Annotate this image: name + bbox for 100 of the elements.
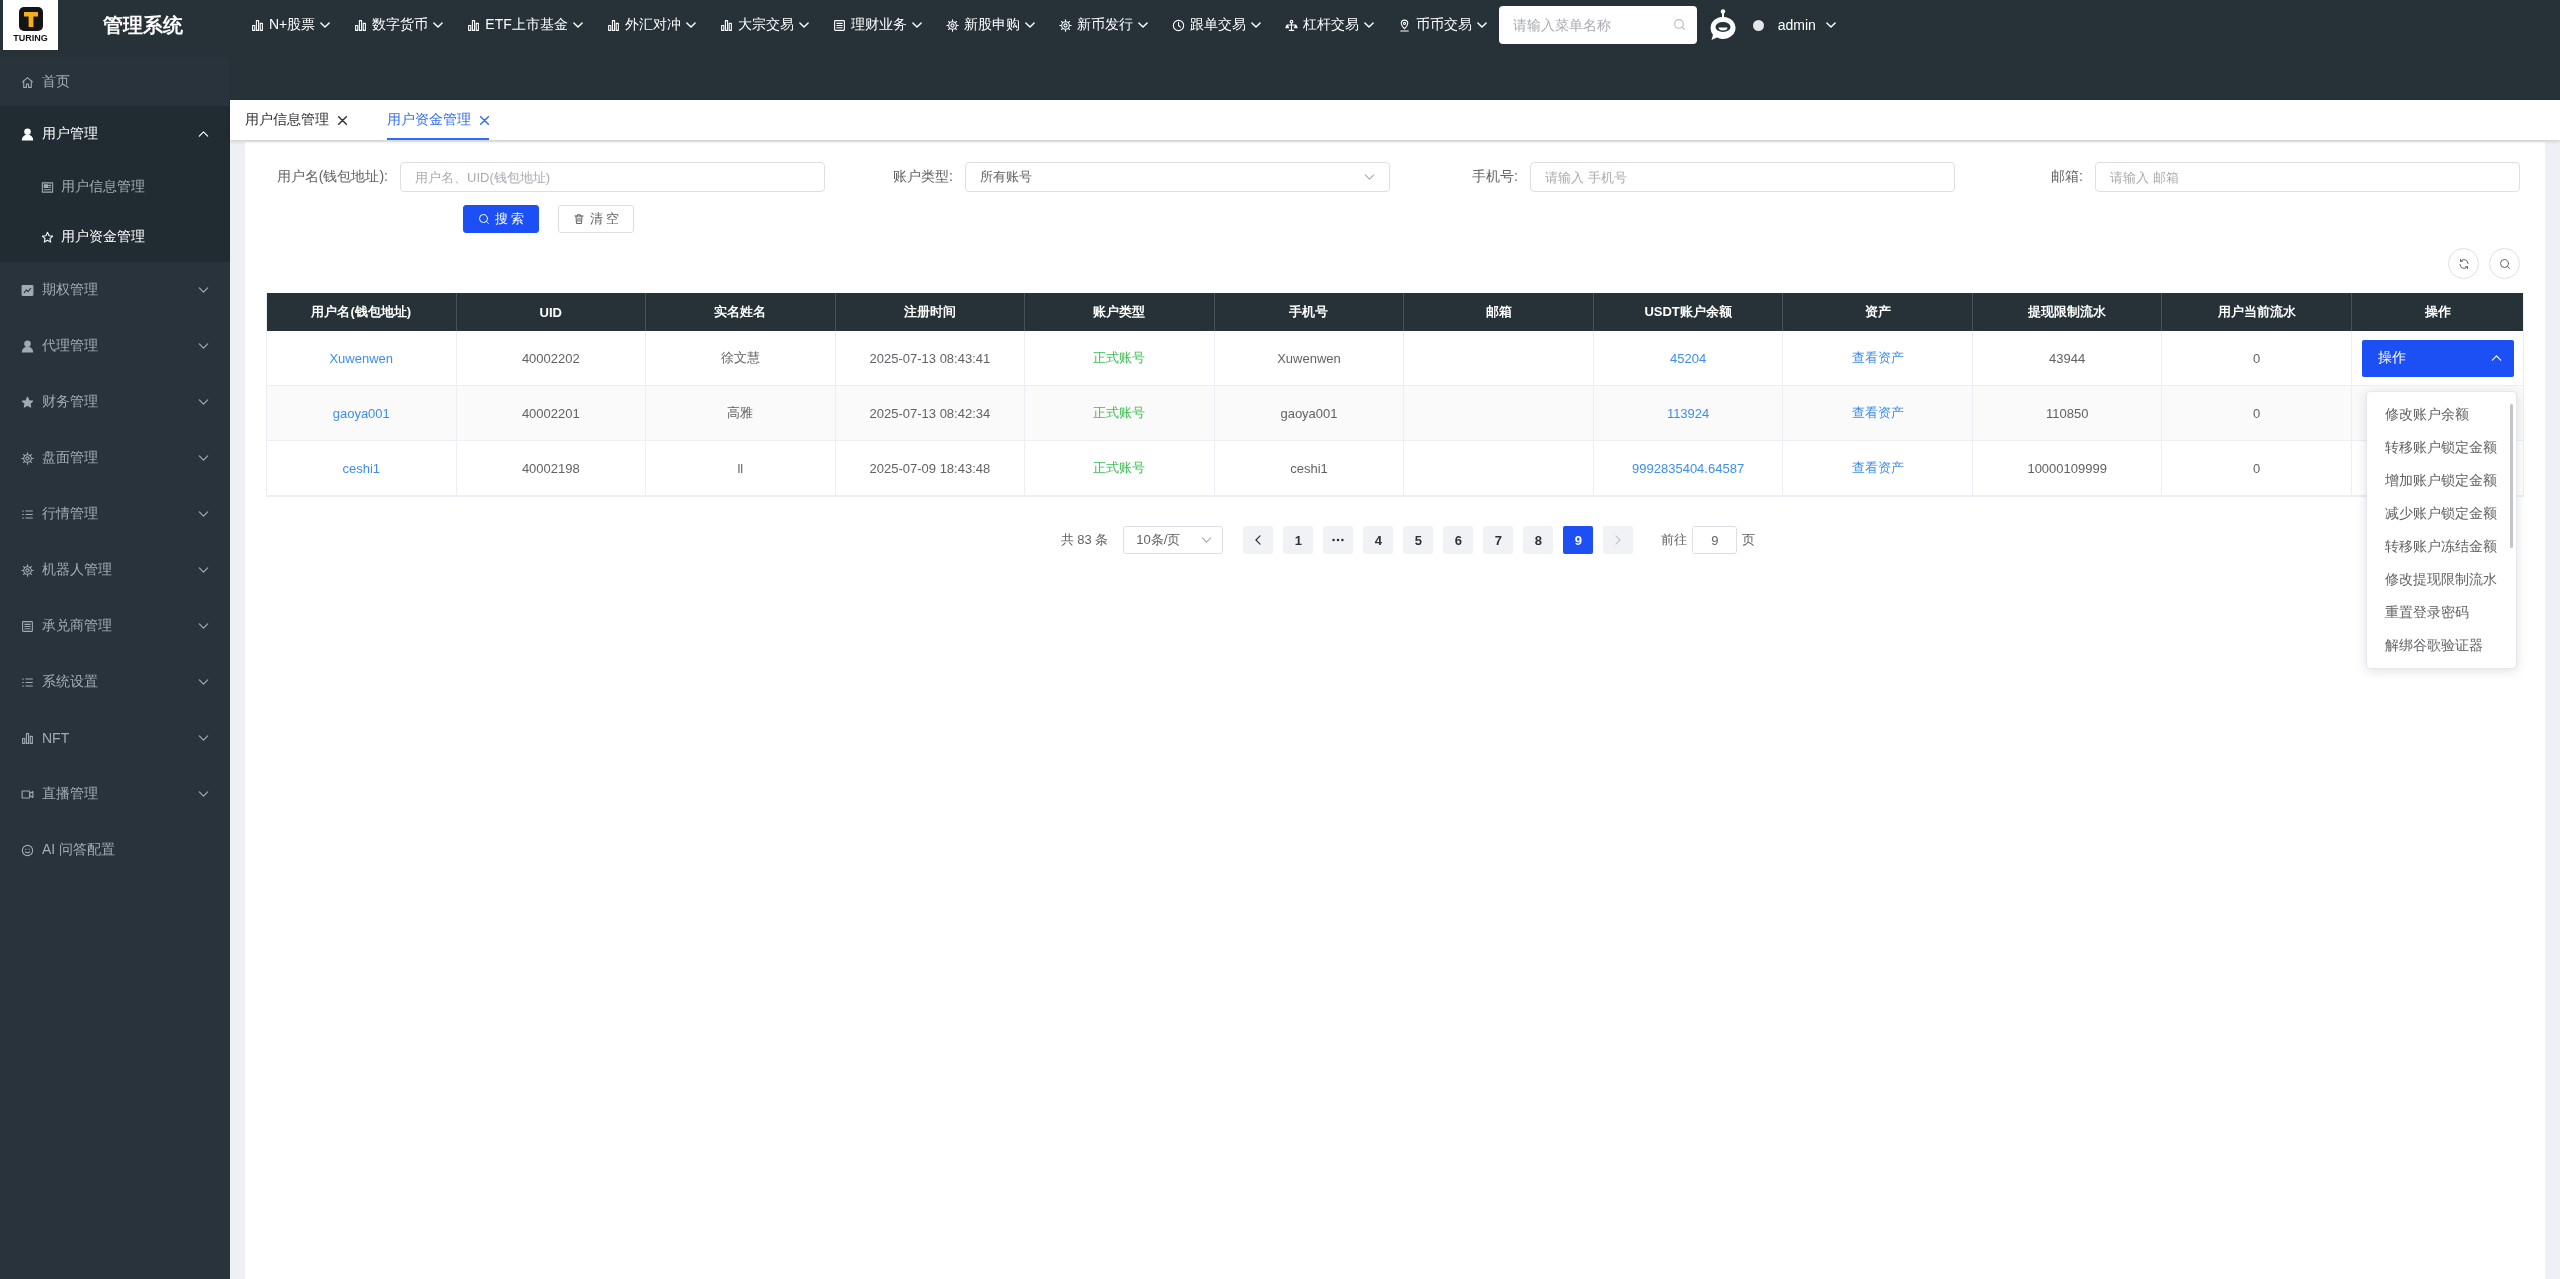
sidebar-item[interactable]: 用户管理 <box>0 106 230 162</box>
text-field[interactable]: 请输入 邮箱 <box>2095 162 2520 192</box>
status-text: 正式账号 <box>1093 349 1146 367</box>
menu-item[interactable]: 修改提现限制流水 <box>2367 563 2516 596</box>
menu-item[interactable]: 重置登录密码 <box>2367 596 2516 629</box>
nav-menu-item[interactable]: 外汇对冲 <box>594 8 708 42</box>
nav-menu-item[interactable]: 新股申购 <box>933 8 1047 42</box>
id-card-icon <box>41 180 54 194</box>
sidebar-item[interactable]: 财务管理 <box>0 374 230 430</box>
list-icon <box>21 675 34 689</box>
sidebar-item[interactable]: 期权管理 <box>0 262 230 318</box>
sidebar-item[interactable]: 行情管理 <box>0 486 230 542</box>
page-button[interactable]: 4 <box>1363 526 1394 554</box>
page-number-field[interactable]: 9 <box>1692 526 1738 554</box>
sidebar-item[interactable]: AI 问答配置 <box>0 822 230 878</box>
submenu-item[interactable]: 用户信息管理 <box>0 162 230 212</box>
column-header: 提现限制流水 <box>1972 293 2163 331</box>
search-toggle-button[interactable] <box>2489 248 2520 279</box>
nav-menu-item[interactable]: N+股票 <box>239 8 343 42</box>
select-field[interactable]: 所有账号 <box>965 162 1390 192</box>
bar-chart-icon <box>354 18 368 32</box>
chevron-down-icon <box>1364 174 1375 180</box>
chevron-down-icon <box>1476 22 1487 28</box>
submenu-item[interactable]: 用户资金管理 <box>0 212 230 262</box>
text-field[interactable]: 用户名、UID(钱包地址) <box>400 162 825 192</box>
sidebar-item[interactable]: NFT <box>0 710 230 766</box>
page-button[interactable]: 6 <box>1443 526 1474 554</box>
more-pages-button[interactable] <box>1323 526 1354 554</box>
action-dropdown-button[interactable]: 操作 <box>2362 339 2514 377</box>
scale-icon <box>1284 18 1298 32</box>
nav-menu-item[interactable]: 币币交易 <box>1385 8 1499 42</box>
page-button[interactable]: 1 <box>1283 526 1314 554</box>
sidebar-item[interactable]: 系统设置 <box>0 654 230 710</box>
sidebar-item[interactable]: 承兑商管理 <box>0 598 230 654</box>
close-icon[interactable] <box>338 115 347 125</box>
chevron-down-icon <box>685 22 696 28</box>
refresh-icon <box>2457 257 2470 270</box>
video-camera-icon <box>21 787 34 801</box>
refresh-button[interactable] <box>2448 248 2479 279</box>
page-button[interactable]: 8 <box>1523 526 1554 554</box>
chevron-down-icon <box>198 399 209 405</box>
chevron-down-icon <box>198 735 209 741</box>
page-size-select[interactable]: 10条/页 <box>1123 526 1224 554</box>
sidebar-item[interactable]: 机器人管理 <box>0 542 230 598</box>
cell-link[interactable]: Xuwenwen <box>329 350 394 366</box>
chevron-down-icon <box>198 455 209 461</box>
field-label: 账户类型: <box>892 168 954 186</box>
clock-icon <box>1171 18 1185 32</box>
menu-item[interactable]: 增加账户锁定金额 <box>2367 464 2516 497</box>
chevron-down-icon <box>198 623 209 629</box>
sidebar-item[interactable]: 首页 <box>0 58 230 106</box>
previous-page-button[interactable] <box>1243 526 1274 554</box>
nav-menu-item[interactable]: 理财业务 <box>820 8 934 42</box>
search-icon[interactable] <box>1672 18 1686 31</box>
table-cell: Xuwenwen <box>1214 331 1405 385</box>
menu-item[interactable]: 转移账户锁定金额 <box>2367 431 2516 464</box>
scrollbar[interactable] <box>2510 404 2513 548</box>
cell-link[interactable]: 查看资产 <box>1851 459 1904 477</box>
nav-menu-item[interactable]: 新币发行 <box>1046 8 1160 42</box>
column-header: 资产 <box>1783 293 1973 331</box>
text-field[interactable]: 请输入 手机号 <box>1530 162 1955 192</box>
menu-item[interactable]: 转移账户冻结金额 <box>2367 530 2516 563</box>
menu-item[interactable]: 减少账户锁定金额 <box>2367 497 2516 530</box>
nav-menu-item[interactable]: ETF上市基金 <box>455 8 595 42</box>
cell-link[interactable]: 查看资产 <box>1851 404 1904 422</box>
nav-menu-item[interactable]: 大宗交易 <box>707 8 821 42</box>
sidebar-item[interactable]: 盘面管理 <box>0 430 230 486</box>
logo[interactable]: TURING <box>3 0 58 50</box>
cell-link[interactable]: 查看资产 <box>1851 349 1904 367</box>
menu-item[interactable]: 解绑谷歌验证器 <box>2367 629 2516 662</box>
trash-icon <box>572 213 585 225</box>
nav-menu-item[interactable]: 杠杆交易 <box>1272 8 1386 42</box>
tab[interactable]: 用户信息管理 <box>245 100 347 140</box>
nav-menu-item[interactable]: 数字货币 <box>342 8 456 42</box>
table-cell: 0 <box>2162 386 2352 440</box>
status-text: 正式账号 <box>1093 404 1146 422</box>
page-button[interactable]: 7 <box>1483 526 1514 554</box>
nav-menu-item[interactable]: 跟单交易 <box>1159 8 1273 42</box>
cell-link[interactable]: ceshi1 <box>342 460 381 476</box>
sidebar-item[interactable]: 代理管理 <box>0 318 230 374</box>
gear-icon <box>1058 18 1072 32</box>
sidebar-item[interactable]: 直播管理 <box>0 766 230 822</box>
chevron-up-icon <box>198 131 209 137</box>
logo-icon <box>18 7 43 31</box>
chevron-down-icon <box>433 22 444 28</box>
avatar-icon[interactable] <box>1752 19 1764 31</box>
gear-icon <box>945 18 959 32</box>
table-cell: ll <box>646 441 836 495</box>
page-button[interactable]: 9 <box>1563 526 1594 554</box>
user-menu-button[interactable]: admin <box>1773 13 1840 37</box>
menu-item[interactable]: 修改账户余额 <box>2367 398 2516 431</box>
search-button[interactable]: 搜 索 <box>463 205 539 233</box>
clear-button[interactable]: 清 空 <box>558 205 634 233</box>
menu-search-field[interactable]: 请输入菜单名称 <box>1498 6 1697 44</box>
cell-link[interactable]: 9992835404.64587 <box>1632 460 1745 476</box>
table-cell: 2025-07-13 08:42:34 <box>835 386 1026 440</box>
cell-link[interactable]: 45204 <box>1670 350 1707 366</box>
page-button[interactable]: 5 <box>1403 526 1434 554</box>
location-pin-icon <box>1397 18 1411 32</box>
field-label: 手机号: <box>1471 168 1519 186</box>
